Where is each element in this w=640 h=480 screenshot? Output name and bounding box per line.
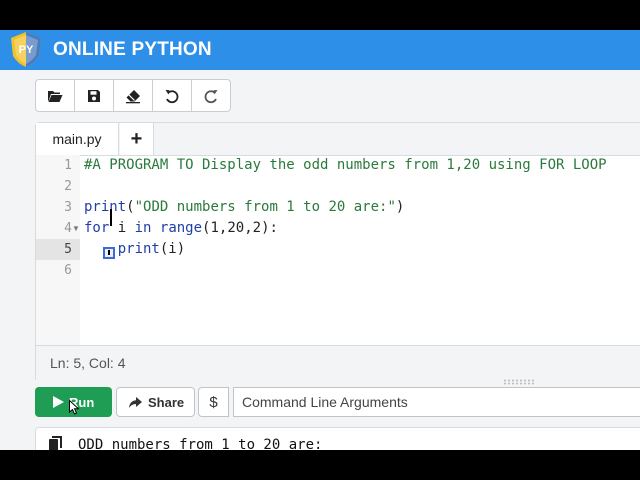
code-token: 1 <box>210 220 219 236</box>
eraser-icon <box>126 89 140 103</box>
code-token: for <box>84 220 110 236</box>
folder-open-icon <box>48 90 63 102</box>
python-logo-icon: PY <box>11 32 41 67</box>
copy-icon[interactable] <box>49 436 63 450</box>
open-file-button[interactable] <box>35 79 75 112</box>
redo-button[interactable] <box>191 79 231 112</box>
share-button[interactable]: Share <box>116 387 195 417</box>
fold-toggle-icon[interactable]: ▼ <box>72 218 80 239</box>
editor-status-bar: Ln: 5, Col: 4 <box>36 345 640 380</box>
code-line: for i in range(1,20,2): <box>84 218 278 239</box>
line-number: 3 <box>64 200 72 215</box>
save-button[interactable] <box>74 79 114 112</box>
cursor-position: Ln: 5, Col: 4 <box>50 355 126 371</box>
app-screen: PY ONLINE PYTHON main.py + 1 2 3 4 ▼ 5 6… <box>0 30 640 450</box>
editor-toolbar <box>35 79 231 112</box>
output-panel: ODD numbers from 1 to 20 are: <box>35 427 640 450</box>
resize-grip-icon[interactable] <box>503 379 537 385</box>
cursor-handle[interactable] <box>103 247 115 259</box>
line-number: 2 <box>64 179 72 194</box>
app-header: PY ONLINE PYTHON <box>0 30 640 70</box>
code-token: print <box>117 241 160 257</box>
add-tab-button[interactable]: + <box>120 123 154 155</box>
undo-icon <box>165 89 179 103</box>
line-number: 1 <box>64 158 72 173</box>
svg-text:PY: PY <box>19 44 34 56</box>
code-area[interactable]: #A PROGRAM TO Display the odd numbers fr… <box>84 155 640 345</box>
code-token: ) <box>395 199 405 215</box>
code-editor: main.py + 1 2 3 4 ▼ 5 6 #A PROGRAM TO Di… <box>35 122 640 380</box>
code-token: in <box>134 220 152 236</box>
code-line: #A PROGRAM TO Display the odd numbers fr… <box>84 155 607 176</box>
args-prefix: $ <box>198 387 229 417</box>
share-label: Share <box>148 394 185 410</box>
mouse-pointer-icon <box>69 400 79 415</box>
code-token: i <box>109 220 135 236</box>
line-number: 6 <box>64 263 72 278</box>
text-cursor <box>110 209 112 226</box>
line-number: 5 <box>64 242 72 257</box>
code-line: print(i) <box>84 239 185 260</box>
code-token: , <box>244 220 253 236</box>
code-token: 2 <box>252 220 262 236</box>
code-token: range <box>159 220 203 236</box>
code-token: (i) <box>159 241 186 257</box>
save-icon <box>88 89 100 102</box>
code-token: ( <box>126 199 135 215</box>
command-line-args-input[interactable] <box>233 387 640 417</box>
output-text: ODD numbers from 1 to 20 are: <box>78 437 323 450</box>
code-token: #A PROGRAM TO Display the odd numbers fr… <box>84 157 607 173</box>
code-line: print("ODD numbers from 1 to 20 are:") <box>84 197 404 218</box>
play-icon <box>53 396 64 408</box>
code-token: 20 <box>227 220 245 236</box>
erase-button[interactable] <box>113 79 153 112</box>
code-token: print <box>84 199 127 215</box>
brand-title: ONLINE PYTHON <box>53 39 212 60</box>
code-token: ): <box>261 220 278 236</box>
line-number: 4 <box>64 221 72 236</box>
file-tabs: main.py + <box>36 123 640 156</box>
tab-main-py[interactable]: main.py <box>36 123 119 155</box>
redo-icon <box>204 89 218 103</box>
share-arrow-icon <box>129 396 142 408</box>
line-number-gutter: 1 2 3 4 ▼ 5 6 <box>36 155 80 345</box>
code-token: "ODD numbers from 1 to 20 are:" <box>134 199 396 215</box>
undo-button[interactable] <box>152 79 192 112</box>
